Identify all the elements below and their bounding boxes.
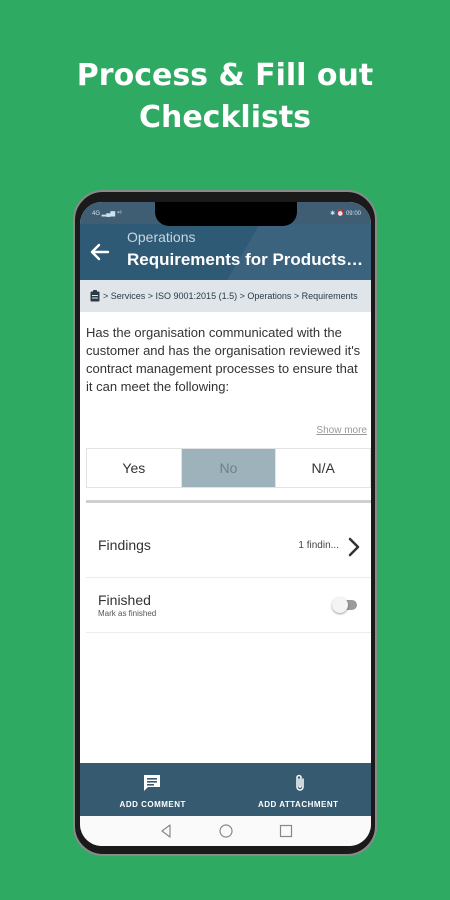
section-divider bbox=[86, 500, 371, 503]
app-bar: Operations Requirements for Products and… bbox=[80, 224, 371, 280]
system-nav-bar bbox=[80, 816, 371, 846]
add-comment-label: ADD COMMENT bbox=[119, 800, 186, 809]
clipboard-icon bbox=[90, 290, 100, 302]
paperclip-icon bbox=[295, 774, 304, 791]
phone-screen: 4G ▂▄▆ ⁴⁶ ✱ ⏰ 09:00 Operations Requireme… bbox=[80, 202, 371, 846]
findings-label: Findings bbox=[98, 537, 151, 553]
findings-count: 1 findin... bbox=[298, 540, 339, 551]
signal-indicators: 4G ▂▄▆ ⁴⁶ bbox=[92, 211, 122, 217]
headline: Process & Fill out Checklists bbox=[0, 55, 450, 139]
answer-na-button[interactable]: N/A bbox=[276, 449, 370, 487]
nav-back-icon[interactable] bbox=[158, 823, 174, 839]
camera-notch bbox=[155, 202, 297, 226]
page-title: Requirements for Products and Services bbox=[127, 250, 367, 269]
comment-icon bbox=[144, 775, 160, 791]
answer-no-button[interactable]: No bbox=[181, 449, 277, 487]
bottom-action-bar: ADD COMMENT ADD ATTACHMENT bbox=[80, 763, 371, 816]
back-arrow-icon[interactable] bbox=[88, 240, 112, 264]
phone-frame: 4G ▂▄▆ ⁴⁶ ✱ ⏰ 09:00 Operations Requireme… bbox=[73, 190, 377, 856]
chevron-right-icon bbox=[348, 537, 360, 557]
nav-home-icon[interactable] bbox=[218, 823, 234, 839]
question-text: Has the organisation communicated with t… bbox=[86, 325, 361, 394]
show-more-link[interactable]: Show more bbox=[316, 425, 367, 436]
finished-sublabel: Mark as finished bbox=[98, 609, 157, 618]
page-subtitle: Operations bbox=[127, 229, 196, 245]
breadcrumb-text: > Services > ISO 9001:2015 (1.5) > Opera… bbox=[103, 291, 358, 301]
toggle-knob bbox=[332, 597, 348, 613]
status-clock: ✱ ⏰ 09:00 bbox=[330, 211, 361, 217]
headline-line-1: Process & Fill out bbox=[76, 58, 374, 93]
finished-label: Finished bbox=[98, 592, 151, 608]
finished-toggle[interactable] bbox=[332, 597, 357, 613]
answer-options: Yes No N/A bbox=[86, 448, 371, 488]
answer-yes-button[interactable]: Yes bbox=[87, 449, 182, 487]
add-comment-button[interactable]: ADD COMMENT bbox=[80, 763, 226, 816]
nav-recents-icon[interactable] bbox=[278, 823, 294, 839]
headline-line-2: Checklists bbox=[138, 100, 312, 135]
finished-row: Finished Mark as finished bbox=[86, 579, 371, 633]
add-attachment-button[interactable]: ADD ATTACHMENT bbox=[226, 763, 372, 816]
add-attachment-label: ADD ATTACHMENT bbox=[257, 800, 339, 809]
findings-row[interactable]: Findings 1 findin... bbox=[86, 518, 371, 578]
breadcrumb[interactable]: > Services > ISO 9001:2015 (1.5) > Opera… bbox=[80, 280, 371, 312]
